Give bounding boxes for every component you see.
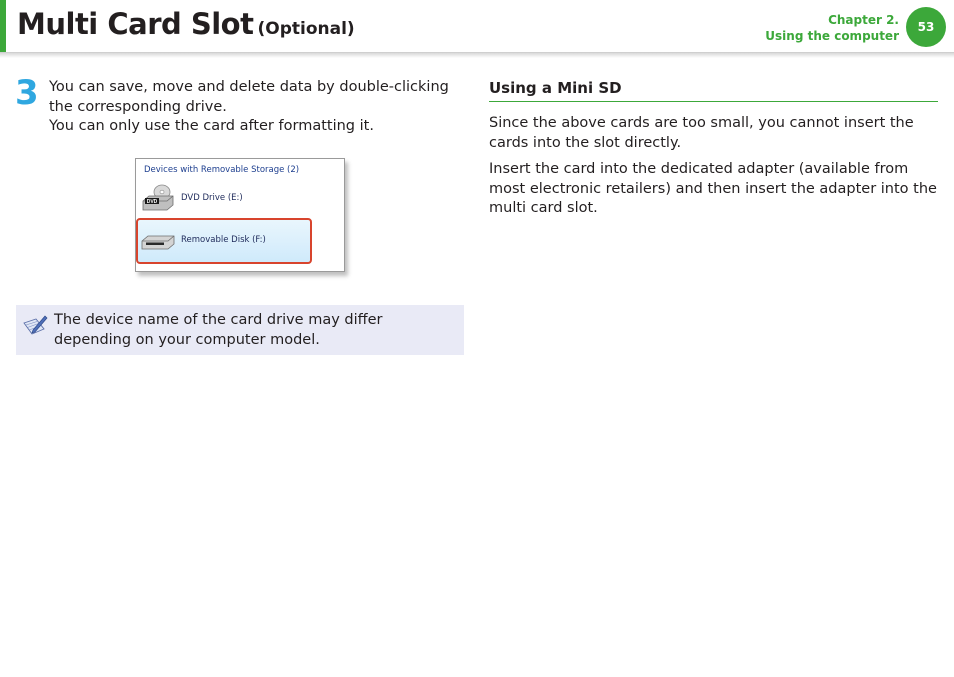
paragraph: Insert the card into the dedicated adapt…: [489, 161, 937, 216]
chapter-info: Chapter 2. Using the computer: [765, 12, 899, 44]
dvd-drive-icon: DVD: [140, 184, 176, 212]
removable-disk-icon: [140, 226, 176, 254]
section-heading: Using a Mini SD: [489, 79, 622, 97]
svg-text:DVD: DVD: [147, 199, 158, 205]
drive-item-removable[interactable]: Removable Disk (F:): [140, 223, 340, 257]
step-line: You can only use the card after formatti…: [49, 118, 374, 134]
step-line: You can save, move and delete data by do…: [49, 79, 449, 115]
header-divider: [0, 52, 954, 58]
chapter-title: Using the computer: [765, 29, 899, 43]
paragraph: Since the above cards are too small, you…: [489, 115, 914, 151]
page-number-badge: 53: [906, 7, 946, 47]
drive-label: Removable Disk (F:): [181, 235, 266, 245]
drive-label: DVD Drive (E:): [181, 193, 243, 203]
drive-item-dvd[interactable]: DVD DVD Drive (E:): [140, 181, 340, 215]
step-text: You can save, move and delete data by do…: [49, 78, 459, 137]
section-divider: [489, 101, 938, 102]
page-title-suffix: (Optional): [257, 19, 355, 39]
step-number: 3: [15, 73, 39, 113]
page-title: Multi Card Slot (Optional): [17, 7, 355, 41]
device-group-header: Devices with Removable Storage (2): [144, 165, 300, 175]
explorer-screenshot: Devices with Removable Storage (2) DVD D…: [135, 158, 345, 272]
chapter-number: Chapter 2.: [828, 13, 899, 27]
page-title-main: Multi Card Slot: [17, 7, 254, 41]
note-text: The device name of the card drive may di…: [54, 312, 383, 348]
title-accent-bar: [0, 0, 6, 52]
note-pencil-icon: [22, 313, 48, 339]
note-box: The device name of the card drive may di…: [16, 305, 464, 355]
